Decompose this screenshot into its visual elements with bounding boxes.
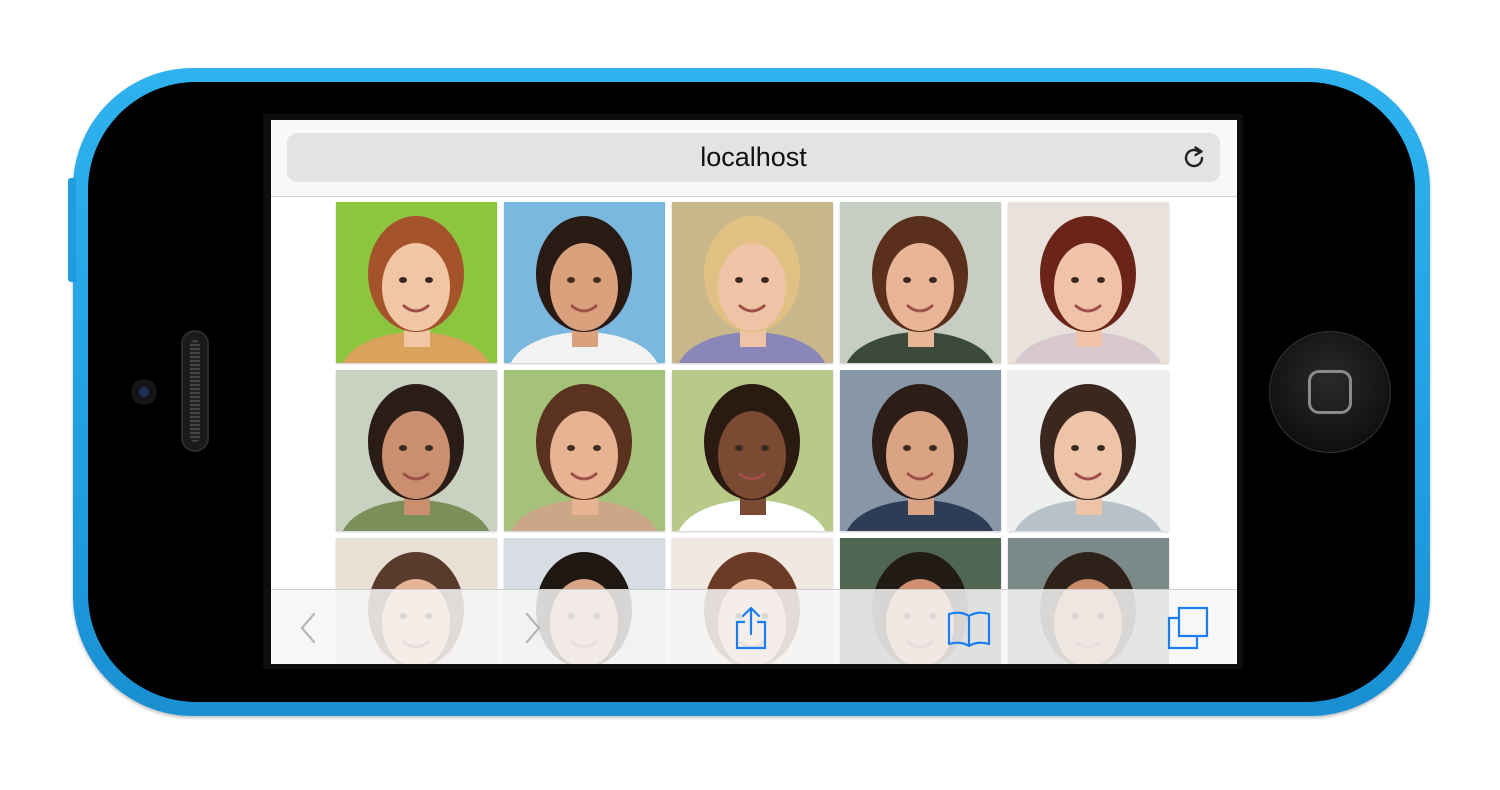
photo-tile[interactable] [1008, 202, 1169, 363]
url-field[interactable]: localhost [287, 133, 1220, 182]
portrait-image [840, 202, 1001, 363]
browser-screen: localhost [271, 120, 1237, 664]
photo-tile[interactable] [336, 202, 497, 363]
photo-tile[interactable] [336, 370, 497, 531]
photo-tile[interactable] [504, 202, 665, 363]
share-icon[interactable] [729, 606, 773, 650]
photo-tile[interactable] [672, 202, 833, 363]
front-camera [131, 379, 157, 405]
portrait-image [1008, 370, 1169, 531]
address-bar: localhost [271, 120, 1237, 197]
portrait-image [504, 370, 665, 531]
chevron-right-icon[interactable] [511, 606, 555, 650]
portrait-image [672, 370, 833, 531]
photo-tile[interactable] [840, 202, 1001, 363]
photo-tile[interactable] [840, 370, 1001, 531]
mute-switch [68, 178, 76, 282]
photo-tile[interactable] [504, 370, 665, 531]
browser-toolbar [271, 589, 1237, 664]
portrait-image [336, 202, 497, 363]
earpiece-speaker [181, 330, 209, 452]
url-text: localhost [700, 142, 807, 172]
book-icon[interactable] [947, 606, 991, 650]
chevron-left-icon[interactable] [286, 606, 330, 650]
portrait-image [1008, 202, 1169, 363]
photo-tile[interactable] [1008, 370, 1169, 531]
portrait-image [336, 370, 497, 531]
portrait-image [840, 370, 1001, 531]
photo-tile[interactable] [672, 370, 833, 531]
home-button[interactable] [1269, 331, 1391, 453]
home-square-icon [1308, 370, 1352, 414]
tabs-icon[interactable] [1166, 606, 1210, 650]
portrait-image [504, 202, 665, 363]
reload-icon[interactable] [1180, 144, 1208, 172]
portrait-image [672, 202, 833, 363]
